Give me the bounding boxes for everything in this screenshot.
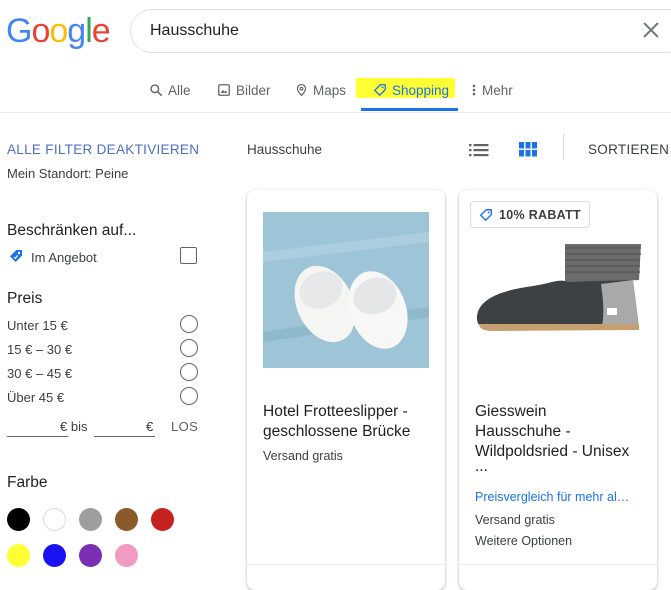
tab-bilder[interactable]: Bilder — [217, 80, 271, 100]
tab-label: Mehr — [482, 82, 513, 98]
price-to-suffix: € — [146, 419, 154, 434]
color-swatch-pink[interactable] — [115, 544, 138, 567]
product-image-slippers[interactable] — [263, 212, 429, 368]
tab-maps[interactable]: Maps — [295, 80, 346, 100]
price-radio-under-15[interactable] — [180, 315, 198, 333]
restrict-title: Beschränken auf... — [7, 222, 137, 239]
results-query-label: Hausschuhe — [247, 142, 323, 157]
product-shipping: Versand gratis — [263, 449, 343, 463]
color-swatch-black[interactable] — [7, 508, 30, 531]
color-swatch-white[interactable] — [43, 508, 66, 531]
close-icon[interactable] — [640, 19, 662, 41]
grid-view-icon[interactable] — [519, 142, 537, 157]
price-radio-30-45[interactable] — [180, 363, 198, 381]
product-title-ellipsis: ... — [475, 458, 488, 475]
product-card[interactable]: 10% RABATT Giesswein Hausschuhe - Wildpo… — [459, 190, 657, 590]
map-pin-icon — [296, 83, 307, 97]
color-title: Farbe — [7, 474, 48, 491]
price-go-button[interactable]: LOS — [171, 419, 198, 434]
active-tab-indicator — [361, 108, 458, 111]
product-shipping: Versand gratis — [475, 513, 555, 527]
price-title: Preis — [7, 290, 43, 307]
card-divider — [459, 564, 657, 565]
logo-letter: o — [49, 12, 68, 50]
product-title[interactable]: Giesswein — [475, 402, 547, 422]
tag-icon — [374, 84, 386, 96]
price-option-label: 15 € – 30 € — [7, 342, 73, 357]
tag-icon — [480, 208, 492, 221]
badge-text: 10% RABATT — [499, 207, 581, 222]
image-icon — [218, 84, 230, 96]
sale-tag-icon — [10, 250, 22, 262]
location-text[interactable]: Mein Standort: Peine — [7, 166, 128, 181]
card-divider — [247, 564, 445, 565]
product-image-felt-shoe[interactable] — [473, 238, 643, 338]
list-view-icon[interactable] — [469, 143, 489, 157]
product-title[interactable]: Hotel Frotteeslipper - — [263, 402, 408, 422]
color-swatch-purple[interactable] — [79, 544, 102, 567]
tab-label: Shopping — [392, 82, 450, 98]
color-swatch-yellow[interactable] — [7, 544, 30, 567]
price-radio-over-45[interactable] — [180, 387, 198, 405]
logo-letter: G — [6, 12, 32, 50]
price-option-label: Über 45 € — [7, 390, 65, 405]
reset-filters-link[interactable]: ALLE FILTER DEAKTIVIEREN — [7, 142, 199, 157]
toolbar-divider — [563, 134, 564, 160]
search-input[interactable]: Hausschuhe — [150, 22, 239, 40]
color-swatch-red[interactable] — [151, 508, 174, 531]
tab-alle[interactable]: Alle — [149, 80, 191, 100]
search-icon — [150, 84, 163, 97]
logo-letter: o — [31, 12, 50, 50]
price-min-input[interactable] — [7, 419, 68, 437]
price-from-suffix: € bis — [60, 419, 88, 434]
color-swatch-blue[interactable] — [43, 544, 66, 567]
tab-label: Alle — [168, 82, 191, 98]
color-swatch-brown[interactable] — [115, 508, 138, 531]
more-options-link[interactable]: Weitere Optionen — [475, 534, 572, 548]
price-option-label: 30 € – 45 € — [7, 366, 73, 381]
tab-label: Bilder — [236, 82, 271, 98]
product-card[interactable]: Hotel Frotteeslipper - geschlossene Brüc… — [247, 190, 445, 590]
discount-badge: 10% RABATT — [470, 201, 590, 228]
more-vert-icon — [472, 84, 476, 96]
google-logo[interactable]: Google — [6, 12, 111, 51]
tab-shopping[interactable]: Shopping — [373, 80, 449, 100]
product-title[interactable]: Hausschuhe - — [475, 422, 571, 442]
sort-button[interactable]: SORTIEREN — [588, 142, 669, 157]
tab-mehr[interactable]: Mehr — [471, 80, 513, 100]
price-compare-link[interactable]: Preisvergleich für mehr al… — [475, 490, 645, 504]
on-sale-label: Im Angebot — [31, 250, 97, 265]
product-title[interactable]: geschlossene Brücke — [263, 422, 410, 442]
on-sale-checkbox[interactable] — [180, 247, 197, 264]
logo-letter: e — [91, 12, 111, 50]
logo-letter: g — [67, 12, 86, 50]
product-title[interactable]: Wildpoldsried - Unisex — [475, 442, 629, 462]
color-swatch-gray[interactable] — [79, 508, 102, 531]
price-radio-15-30[interactable] — [180, 339, 198, 357]
tab-label: Maps — [313, 82, 347, 98]
price-option-label: Unter 15 € — [7, 318, 68, 333]
